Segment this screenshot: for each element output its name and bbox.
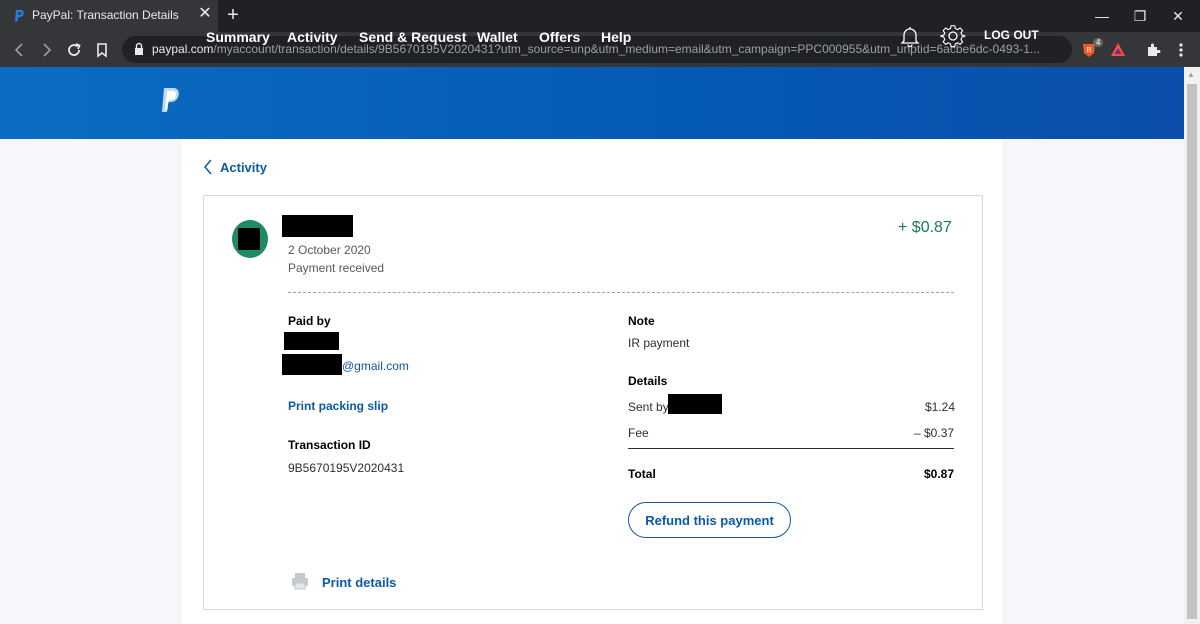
- back-icon[interactable]: [10, 40, 30, 60]
- paid-by-label: Paid by: [288, 314, 331, 328]
- forward-icon[interactable]: [36, 40, 56, 60]
- window-close-button[interactable]: ✕: [1168, 6, 1188, 26]
- fee-label: Fee: [628, 426, 649, 440]
- print-packing-slip-link[interactable]: Print packing slip: [288, 399, 388, 413]
- payer-email-redaction: [282, 354, 342, 375]
- transaction-id-label: Transaction ID: [288, 438, 371, 452]
- transaction-date: 2 October 2020: [288, 243, 371, 257]
- paypal-logo-icon[interactable]: [160, 86, 182, 116]
- paypal-favicon-icon: [15, 10, 24, 22]
- note-value: IR payment: [628, 336, 690, 350]
- bookmark-icon[interactable]: [92, 40, 112, 60]
- fee-amount: – $0.37: [914, 426, 955, 440]
- sent-by-amount: $1.24: [925, 400, 956, 414]
- sender-name-redaction: [282, 215, 353, 237]
- gear-icon[interactable]: [940, 23, 966, 49]
- nav-activity[interactable]: Activity: [287, 29, 338, 45]
- minimize-button[interactable]: —: [1092, 6, 1112, 26]
- browser-tab[interactable]: PayPal: Transaction Details ✕: [0, 0, 218, 32]
- extensions-icon[interactable]: [1144, 41, 1162, 59]
- menu-icon[interactable]: [1172, 41, 1190, 59]
- printer-icon[interactable]: [290, 571, 310, 591]
- totals-divider: [628, 448, 954, 449]
- scroll-up-arrow[interactable]: ▲: [1187, 70, 1195, 79]
- payer-email-link[interactable]: @gmail.com: [342, 359, 409, 373]
- details-label: Details: [628, 374, 668, 388]
- payer-name-redaction: [284, 332, 339, 350]
- total-label: Total: [628, 467, 656, 481]
- site-header: [0, 67, 1184, 139]
- dashed-divider: [288, 292, 954, 293]
- bell-icon[interactable]: [898, 24, 922, 48]
- back-to-activity-link[interactable]: Activity: [220, 160, 267, 175]
- reload-icon[interactable]: [64, 40, 84, 60]
- total-amount: $0.87: [924, 467, 955, 481]
- logout-link[interactable]: LOG OUT: [984, 28, 1039, 42]
- tab-title: PayPal: Transaction Details: [32, 8, 179, 22]
- brave-badge: 4: [1093, 38, 1104, 47]
- nav-summary[interactable]: Summary: [206, 29, 270, 45]
- restore-button[interactable]: ❐: [1130, 6, 1150, 26]
- new-tab-button[interactable]: +: [222, 4, 244, 26]
- transaction-amount: + $0.87: [898, 219, 952, 236]
- sent-by-redaction: [668, 394, 722, 414]
- close-icon[interactable]: ✕: [196, 5, 214, 23]
- svg-text:B: B: [1087, 47, 1092, 54]
- transaction-status: Payment received: [288, 261, 385, 275]
- nav-help[interactable]: Help: [601, 29, 631, 45]
- chevron-left-icon[interactable]: [202, 158, 214, 176]
- refund-payment-button[interactable]: Refund this payment: [628, 502, 791, 538]
- avatar-redaction: [238, 228, 260, 250]
- print-details-link[interactable]: Print details: [322, 575, 396, 590]
- sent-by-label: Sent by: [628, 400, 669, 414]
- note-label: Note: [628, 314, 655, 328]
- nav-send-request[interactable]: Send & Request: [359, 29, 466, 45]
- scrollbar-thumb[interactable]: [1187, 84, 1197, 619]
- nav-offers[interactable]: Offers: [539, 29, 580, 45]
- bat-icon[interactable]: [1109, 41, 1127, 59]
- transaction-id-value: 9B5670195V2020431: [288, 461, 405, 475]
- lock-icon[interactable]: [132, 42, 146, 56]
- nav-wallet[interactable]: Wallet: [477, 29, 518, 45]
